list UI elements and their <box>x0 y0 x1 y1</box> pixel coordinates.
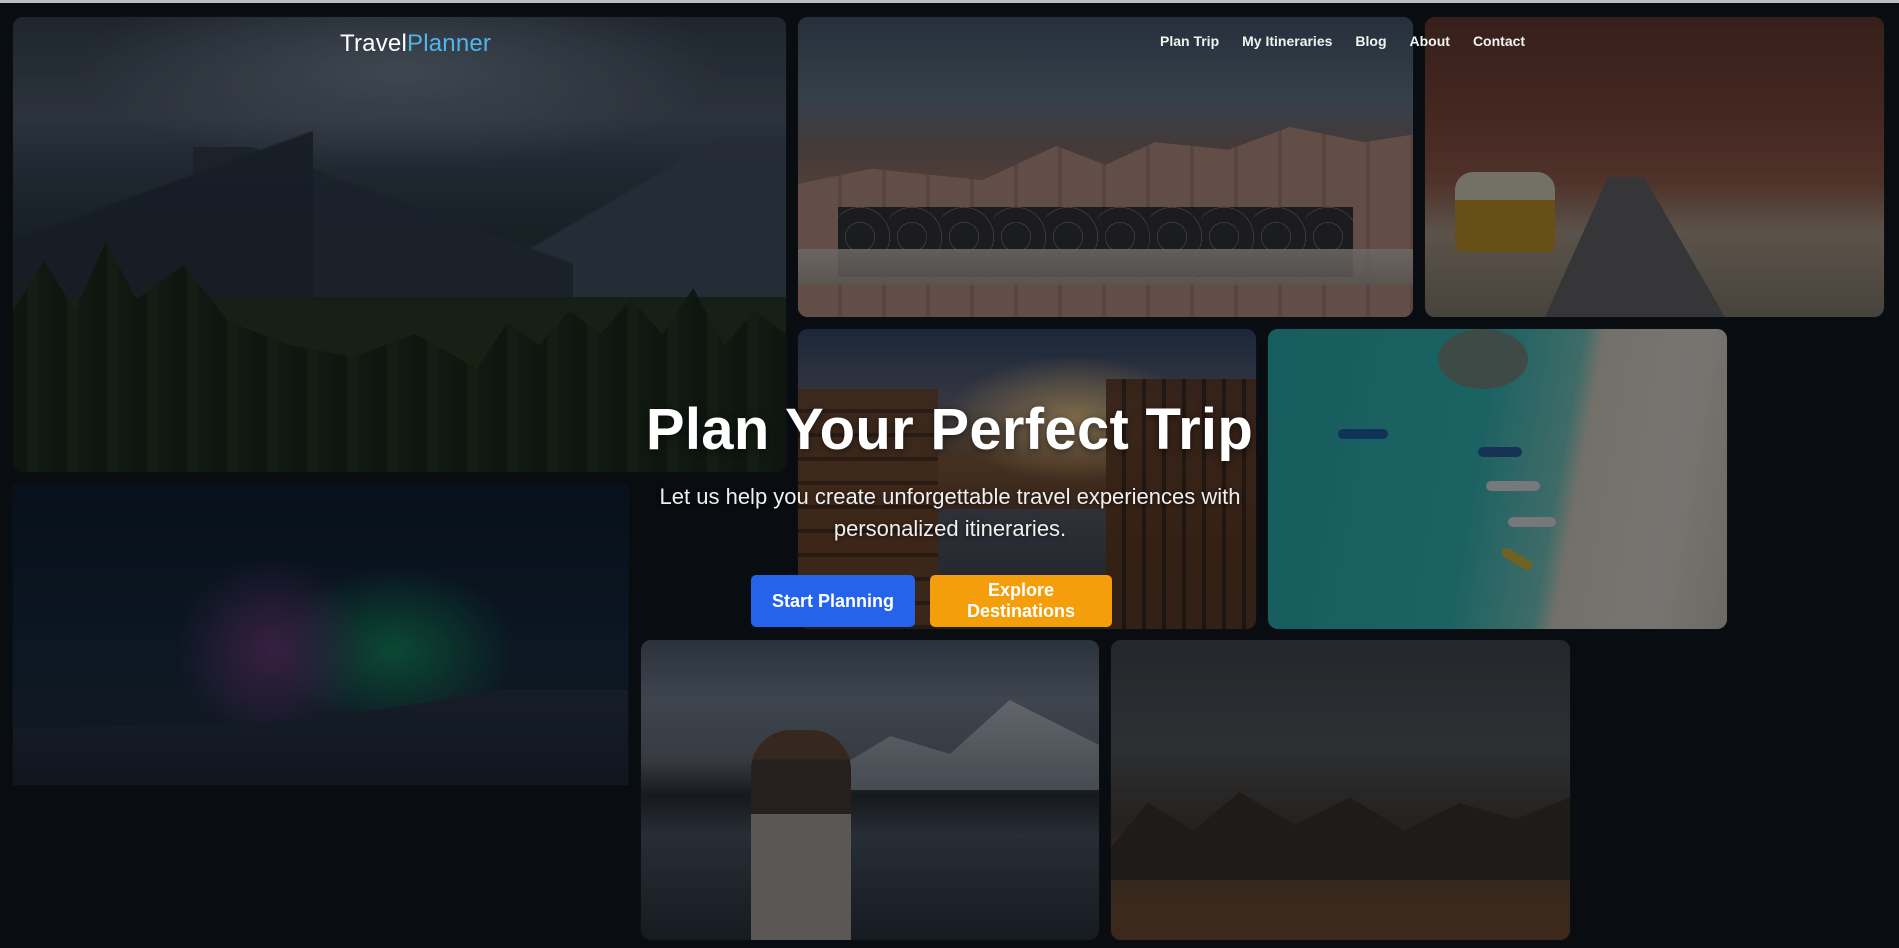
nav-link-my-itineraries[interactable]: My Itineraries <box>1242 33 1332 49</box>
road-shape <box>1545 177 1725 317</box>
start-planning-button[interactable]: Start Planning <box>751 575 915 627</box>
gallery-photo-venice <box>798 17 1413 317</box>
arches-shape <box>838 207 1353 277</box>
van-shape <box>1455 172 1555 252</box>
boat-shape <box>1499 546 1535 572</box>
rock-shape <box>1438 329 1528 389</box>
nav-link-about[interactable]: About <box>1410 33 1450 49</box>
boat-shape <box>1486 481 1540 491</box>
canyon-hills-shape <box>1111 792 1570 880</box>
hero-subtitle: Let us help you create unforgettable tra… <box>659 484 1241 541</box>
gallery-photo-beach <box>1268 329 1727 629</box>
nav-link-plan-trip[interactable]: Plan Trip <box>1160 33 1219 49</box>
hero-title: Plan Your Perfect Trip <box>645 397 1254 462</box>
gallery-photo-lake-traveler <box>641 640 1099 940</box>
palazzo-shape <box>798 127 1413 317</box>
explore-destinations-button[interactable]: Explore Destinations <box>930 575 1112 627</box>
snow-hill-shape <box>13 690 628 785</box>
nav-link-blog[interactable]: Blog <box>1355 33 1386 49</box>
main-nav: Plan Trip My Itineraries Blog About Cont… <box>1160 33 1525 49</box>
gallery-photo-aurora <box>13 485 628 785</box>
gallery-photo-desert-van <box>1425 17 1884 317</box>
boat-shape <box>1508 517 1556 527</box>
site-logo[interactable]: TravelPlanner <box>340 30 491 58</box>
logo-text-planner: Planner <box>407 30 492 57</box>
snowy-mountain-shape <box>801 700 1099 790</box>
logo-text-travel: Travel <box>340 30 407 57</box>
gallery-photo-desert-canyon <box>1111 640 1570 940</box>
bridge-shape <box>798 249 1413 285</box>
mountain-peaks-shape <box>13 127 786 297</box>
traveler-shape <box>751 730 851 940</box>
nav-link-contact[interactable]: Contact <box>1473 33 1525 49</box>
